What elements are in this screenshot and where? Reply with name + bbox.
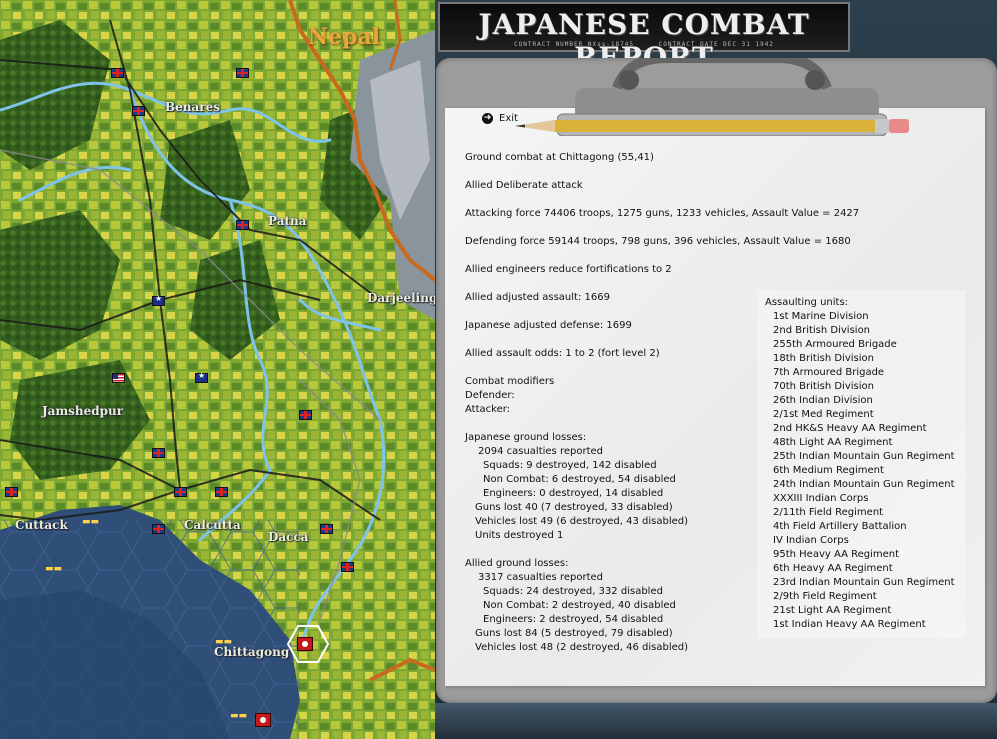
attack-type: Allied Deliberate attack [465, 180, 583, 191]
uk-unit-flag-icon[interactable] [174, 487, 187, 497]
list-item: 6th Heavy AA Regiment [773, 563, 893, 574]
engineers-fortification: Allied engineers reduce fortifications t… [465, 264, 672, 275]
list-item: 18th British Division [773, 353, 874, 364]
uk-unit-flag-icon[interactable] [152, 524, 165, 534]
allied-non-combat: Non Combat: 2 destroyed, 40 disabled [483, 600, 676, 611]
list-item: 26th Indian Division [773, 395, 873, 406]
report-banner: JAPANESE COMBAT REPORT CONTRACT NUMBER N… [438, 2, 850, 74]
list-item: 4th Field Artillery Battalion [773, 521, 907, 532]
pencil-icon [515, 119, 909, 133]
region-label-nepal: Nepal [308, 24, 381, 50]
city-label-chittagong: Chittagong [214, 645, 290, 659]
city-label-jamshedpur: Jamshedpur [42, 404, 124, 418]
ship-icon[interactable]: ▬▬ [215, 638, 232, 647]
uk-unit-flag-icon[interactable] [299, 410, 312, 420]
us-unit-flag-icon[interactable] [112, 373, 125, 383]
exit-arrow-icon: ➜ [482, 113, 493, 124]
strategic-map[interactable]: Nepal Benares Patna Darjeeling Jamshedpu… [0, 0, 435, 739]
list-item: 48th Light AA Regiment [773, 437, 893, 448]
attacker-label: Attacker: [465, 404, 511, 415]
ship-icon[interactable]: ▬▬ [230, 712, 247, 721]
exit-button[interactable]: ➜ Exit [482, 113, 518, 124]
defender-label: Defender: [465, 390, 515, 401]
list-item: 7th Armoured Brigade [773, 367, 885, 378]
australia-unit-flag-icon[interactable] [195, 371, 208, 383]
list-item: 2nd HK&S Heavy AA Regiment [773, 423, 927, 434]
allied-engineers: Engineers: 2 destroyed, 54 disabled [483, 614, 664, 625]
list-item: 23rd Indian Mountain Gun Regiment [773, 577, 955, 588]
contract-line: CONTRACT NUMBER NXss-18745 CONTRACT DATE… [440, 41, 848, 48]
sea-background [435, 703, 997, 739]
ship-icon[interactable]: ▬▬ [82, 518, 99, 527]
exit-label: Exit [499, 113, 518, 124]
list-item: 2/9th Field Regiment [773, 591, 877, 602]
allied-vehicles-lost: Vehicles lost 48 (2 destroyed, 46 disabl… [475, 642, 689, 653]
japanese-losses-title: Japanese ground losses: [465, 432, 587, 443]
city-label-darjeeling: Darjeeling [367, 291, 435, 305]
uk-unit-flag-icon[interactable] [236, 68, 249, 78]
assaulting-units-list: Assaulting units: 1st Marine Division 2n… [765, 296, 965, 632]
allied-squads: Squads: 24 destroyed, 332 disabled [483, 586, 663, 597]
city-label-benares: Benares [165, 100, 220, 114]
city-label-calcutta: Calcutta [184, 518, 241, 532]
assault-odds: Allied assault odds: 1 to 2 (fort level … [465, 348, 660, 359]
japanese-casualties: 2094 casualties reported [478, 446, 603, 457]
allied-adjusted-assault: Allied adjusted assault: 1669 [465, 292, 610, 303]
list-item: IV Indian Corps [773, 535, 849, 546]
japanese-engineers: Engineers: 0 destroyed, 14 disabled [483, 488, 664, 499]
japanese-non-combat: Non Combat: 6 destroyed, 54 disabled [483, 474, 676, 485]
list-item: 70th British Division [773, 381, 874, 392]
uk-unit-flag-icon[interactable] [215, 487, 228, 497]
list-item: 1st Indian Heavy AA Regiment [773, 619, 926, 630]
list-item: 6th Medium Regiment [773, 465, 884, 476]
combat-modifiers-title: Combat modifiers [465, 376, 555, 387]
list-item: 21st Light AA Regiment [773, 605, 892, 616]
defending-force: Defending force 59144 troops, 798 guns, … [465, 236, 851, 247]
allied-guns-lost: Guns lost 84 (5 destroyed, 79 disabled) [475, 628, 673, 639]
contract-number: CONTRACT NUMBER NXss-18745 [514, 41, 634, 48]
allied-casualties: 3317 casualties reported [478, 572, 603, 583]
city-label-cuttack: Cuttack [15, 518, 68, 532]
list-item: XXXIII Indian Corps [773, 493, 869, 504]
combat-report-text: Ground combat at Chittagong (55,41) Alli… [465, 151, 860, 655]
list-item: 95th Heavy AA Regiment [773, 549, 900, 560]
japanese-unit-counter-icon[interactable] [297, 637, 313, 651]
combat-report-panel: JAPANESE COMBAT REPORT CONTRACT NUMBER N… [435, 0, 997, 739]
list-item: 25th Indian Mountain Gun Regiment [773, 451, 955, 462]
list-item: 2nd British Division [773, 325, 871, 336]
combat-header: Ground combat at Chittagong (55,41) [465, 152, 654, 163]
list-item: 2/1st Med Regiment [773, 409, 874, 420]
city-label-dacca: Dacca [268, 530, 309, 544]
list-item: 255th Armoured Brigade [773, 339, 897, 350]
australia-unit-flag-icon[interactable] [152, 294, 165, 306]
uk-unit-flag-icon[interactable] [5, 487, 18, 497]
japanese-squads: Squads: 9 destroyed, 142 disabled [483, 460, 657, 471]
city-label-patna: Patna [268, 214, 307, 228]
assaulting-units-title: Assaulting units: [765, 297, 849, 308]
japanese-unit-counter-icon[interactable] [255, 713, 271, 727]
japanese-guns-lost: Guns lost 40 (7 destroyed, 33 disabled) [475, 502, 673, 513]
list-item: 1st Marine Division [773, 311, 869, 322]
japanese-vehicles-lost: Vehicles lost 49 (6 destroyed, 43 disabl… [475, 516, 689, 527]
uk-unit-flag-icon[interactable] [111, 68, 124, 78]
ship-icon[interactable]: ▬▬ [45, 565, 62, 574]
uk-unit-flag-icon[interactable] [341, 562, 354, 572]
japanese-adjusted-defense: Japanese adjusted defense: 1699 [465, 320, 632, 331]
uk-unit-flag-icon[interactable] [236, 220, 249, 230]
list-item: 24th Indian Mountain Gun Regiment [773, 479, 955, 490]
uk-unit-flag-icon[interactable] [152, 448, 165, 458]
list-item: 2/11th Field Regiment [773, 507, 884, 518]
uk-unit-flag-icon[interactable] [320, 524, 333, 534]
attacking-force: Attacking force 74406 troops, 1275 guns,… [465, 208, 860, 219]
allied-losses-title: Allied ground losses: [465, 558, 569, 569]
japanese-units-destroyed: Units destroyed 1 [475, 530, 564, 541]
contract-date: CONTRACT DATE DEC 31 1942 [658, 41, 774, 48]
uk-unit-flag-icon[interactable] [132, 106, 145, 116]
